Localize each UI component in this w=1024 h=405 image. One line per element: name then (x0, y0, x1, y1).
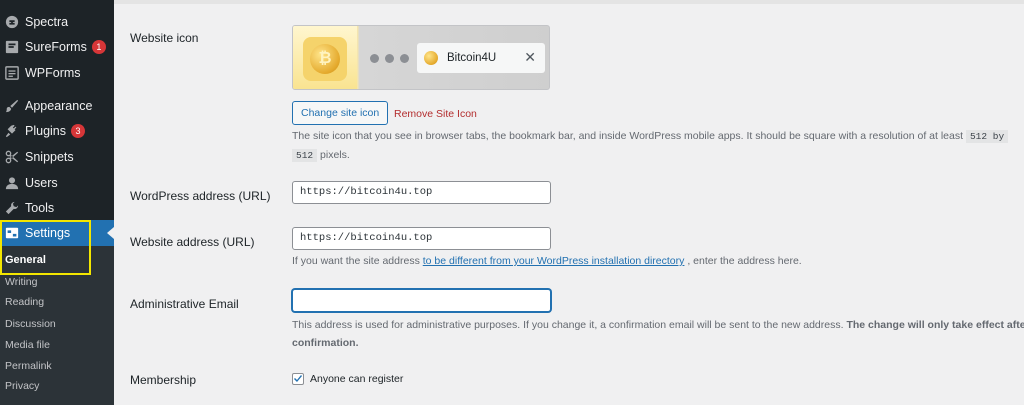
submenu-item-writing[interactable]: Writing (5, 276, 37, 288)
submenu-item-media[interactable]: Media file (5, 339, 50, 351)
website-icon-label: Website icon (130, 31, 199, 45)
site-address-help-link[interactable]: to be different from your WordPress inst… (423, 255, 685, 267)
sidebar-item-appearance[interactable]: Appearance (0, 93, 114, 119)
anyone-can-register-checkbox[interactable] (292, 373, 304, 385)
close-icon: ✕ (524, 49, 536, 65)
browser-dots-icon (370, 54, 409, 63)
sidebar-item-label: Plugins (25, 124, 66, 138)
submenu-item-privacy[interactable]: Privacy (5, 380, 39, 392)
remove-site-icon-link[interactable]: Remove Site Icon (394, 108, 477, 120)
site-icon-large: ₿ (303, 37, 347, 81)
site-icon-description: The site icon that you see in browser ta… (292, 127, 1012, 165)
sidebar-item-label: Appearance (25, 99, 93, 113)
settings-main: Website icon ₿ Bitcoin4U ✕ Change site i… (114, 0, 1024, 405)
wp-address-input[interactable]: https://bitcoin4u.top (292, 181, 551, 204)
anyone-can-register-label: Anyone can register (310, 373, 404, 385)
spectra-icon (5, 15, 19, 29)
sidebar-item-label: Tools (25, 201, 55, 215)
browser-tab-preview: Bitcoin4U ✕ (417, 43, 545, 73)
sidebar-item-snippets[interactable]: Snippets (0, 144, 114, 170)
sidebar-item-spectra[interactable]: Spectra (0, 9, 114, 35)
sidebar-item-label: Users (25, 176, 58, 190)
sidebar-item-label: SureForms (25, 40, 87, 54)
submenu-item-reading[interactable]: Reading (5, 296, 44, 308)
sidebar-item-users[interactable]: Users (0, 170, 114, 196)
tab-title: Bitcoin4U (447, 52, 497, 64)
wp-address-label: WordPress address (URL) (130, 189, 271, 203)
site-address-input[interactable]: https://bitcoin4u.top (292, 227, 551, 250)
checkmark-icon (294, 375, 302, 382)
submenu-item-discussion[interactable]: Discussion (5, 318, 56, 330)
wpforms-icon (5, 66, 19, 80)
sidebar-item-label: Snippets (25, 150, 74, 164)
admin-email-help: This address is used for administrative … (292, 319, 1024, 349)
scissors-icon (5, 150, 19, 164)
code-snippet: 512 (292, 149, 318, 162)
site-address-label: Website address (URL) (130, 235, 255, 249)
paintbrush-icon (5, 99, 19, 113)
admin-email-label: Administrative Email (130, 297, 239, 311)
submenu-item-permalink[interactable]: Permalink (5, 360, 52, 372)
sidebar-item-plugins[interactable]: Plugins 3 (0, 118, 114, 144)
active-indicator (107, 227, 114, 239)
wrench-icon (5, 201, 19, 215)
top-strip (114, 0, 1024, 4)
admin-email-input[interactable] (292, 289, 551, 312)
sidebar-item-wpforms[interactable]: WPForms (0, 60, 114, 86)
user-icon (5, 176, 19, 190)
site-address-help: If you want the site address to be diffe… (292, 255, 802, 267)
sureforms-icon (5, 40, 19, 54)
site-icon-small (424, 51, 438, 65)
site-icon-preview: ₿ Bitcoin4U ✕ (292, 25, 550, 90)
membership-label: Membership (130, 373, 197, 387)
sidebar-item-sureforms[interactable]: SureForms 1 (0, 34, 114, 60)
admin-sidebar: Spectra SureForms 1 WPForms Appearance P… (0, 0, 114, 405)
sidebar-item-label: Spectra (25, 15, 69, 29)
plug-icon (5, 124, 19, 138)
code-snippet: 512 by (965, 130, 1009, 143)
change-site-icon-button[interactable]: Change site icon (292, 101, 389, 125)
notification-badge: 3 (71, 124, 85, 138)
notification-badge: 1 (91, 40, 106, 54)
highlight-annotation (0, 220, 91, 275)
sidebar-item-label: WPForms (25, 66, 81, 80)
sidebar-item-tools[interactable]: Tools (0, 195, 114, 221)
